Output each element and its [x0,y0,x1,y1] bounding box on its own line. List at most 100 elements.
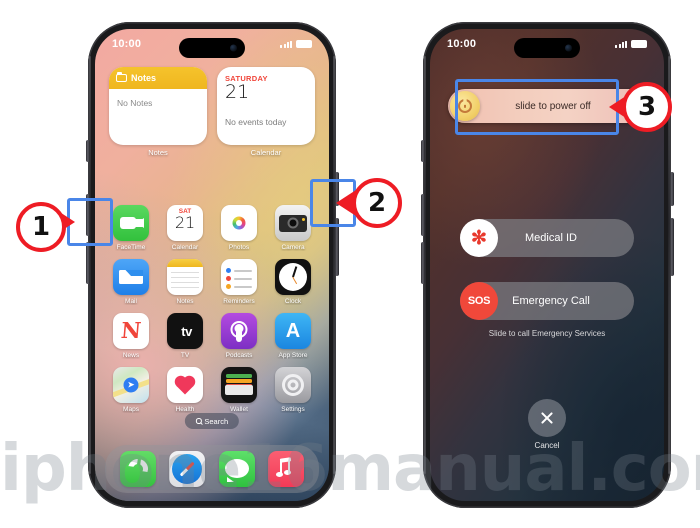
calendar-icon-day: 21 [174,213,196,232]
right-phone-silent-switch[interactable] [420,140,425,162]
dynamic-island [179,38,245,58]
sos-icon: SOS [460,282,498,320]
widget-row: Notes No Notes Notes SATURDAY 21 No even… [95,67,329,157]
medical-asterisk-glyph: ✻ [471,227,487,249]
right-phone-camera-control-button[interactable] [669,172,674,206]
app-health[interactable]: Health [165,367,205,413]
facetime-icon [113,205,149,241]
calendar-widget-daynumber: 21 [225,81,250,103]
emergency-call-label: Emergency Call [512,295,590,307]
app-clock[interactable]: Clock [273,259,313,305]
screenshot-stage: 10:00 Notes No Notes Notes SATURDAY 21 N… [0,0,700,528]
folder-icon [116,72,127,82]
app-mail[interactable]: Mail [111,259,151,305]
cellular-bars-icon [280,40,292,48]
right-phone-volume-up-button[interactable] [420,194,425,236]
right-phone-side-power-button[interactable] [669,218,674,276]
app-label: Photos [228,244,250,251]
app-label: Camera [281,244,305,251]
app-label: Clock [284,298,302,305]
messages-icon[interactable] [218,451,255,487]
close-icon[interactable] [528,399,566,437]
app-label: Notes [176,298,194,305]
app-maps[interactable]: ➤ Maps [111,367,151,413]
clock-icon [275,259,311,295]
notes-widget-body: No Notes [117,98,153,108]
status-time: 10:00 [447,38,477,50]
cancel-button[interactable]: Cancel [430,399,664,450]
notes-widget-card[interactable]: Notes No Notes [109,67,207,145]
calendar-widget[interactable]: SATURDAY 21 No events today Calendar [217,67,315,157]
calendar-widget-events: No events today [225,116,287,127]
app-reminders[interactable]: Reminders [219,259,259,305]
front-camera-icon [230,44,237,52]
dynamic-island [514,38,580,58]
calendar-widget-label: Calendar [250,148,282,157]
left-phone-volume-down-button[interactable] [85,242,90,284]
app-label: Reminders [223,298,255,305]
app-row: FaceTime SAT 21 Calendar Photos Camera [111,205,313,251]
app-tv[interactable]: tv TV [165,313,205,359]
callout-3-highlight-box [455,79,619,135]
calendar-widget-card[interactable]: SATURDAY 21 No events today [217,67,315,145]
calendar-icon: SAT 21 [167,205,203,241]
left-phone-screen: 10:00 Notes No Notes Notes SATURDAY 21 N… [95,29,329,501]
app-label: Settings [281,406,305,413]
app-wallet[interactable]: Wallet [219,367,259,413]
search-icon [195,418,202,424]
app-calendar[interactable]: SAT 21 Calendar [165,205,205,251]
app-label: FaceTime [116,244,146,251]
right-phone-volume-down-button[interactable] [420,242,425,284]
emergency-services-hint: Slide to call Emergency Services [488,329,606,338]
app-appstore[interactable]: A App Store [273,313,313,359]
search-pill[interactable]: Search [184,413,240,429]
phone-icon[interactable] [119,451,156,487]
emergency-call-button[interactable]: SOS Emergency Call [460,282,634,320]
app-facetime[interactable]: FaceTime [111,205,151,251]
medical-id-button[interactable]: ✻ Medical ID [460,219,634,257]
health-icon [167,367,203,403]
left-phone-silent-switch[interactable] [85,140,90,162]
medical-asterisk-icon: ✻ [460,219,498,257]
status-indicators [280,40,312,48]
app-settings[interactable]: Settings [273,367,313,413]
app-camera[interactable]: Camera [273,205,313,251]
safari-icon[interactable] [169,451,206,487]
medical-id-label: Medical ID [525,232,577,244]
reminders-icon [221,259,257,295]
app-photos[interactable]: Photos [219,205,259,251]
news-icon-glyph: N [119,318,143,344]
tv-icon-glyph: tv [178,323,192,339]
cancel-label: Cancel [534,441,560,450]
app-notes[interactable]: Notes [165,259,205,305]
photos-icon [221,205,257,241]
app-label: Health [175,406,195,413]
dock [105,445,319,493]
cellular-bars-icon [615,40,627,48]
tv-icon: tv [167,313,203,349]
app-news[interactable]: N News [111,313,151,359]
music-icon[interactable] [268,451,305,487]
app-row: N News tv TV Podcasts A App Store [111,313,313,359]
callout-badge-2: 2 [352,178,402,228]
app-podcasts[interactable]: Podcasts [219,313,259,359]
notes-widget-header: Notes [109,67,207,89]
app-label: Mail [125,298,137,305]
wallet-icon [221,367,257,403]
news-icon: N [113,313,149,349]
app-label: Calendar [171,244,199,251]
search-pill-label: Search [204,416,229,426]
left-phone-device: 10:00 Notes No Notes Notes SATURDAY 21 N… [85,22,339,508]
callout-badge-1: 1 [16,202,66,252]
notes-widget-title: Notes [131,73,157,83]
notes-widget[interactable]: Notes No Notes Notes [109,67,207,157]
sos-glyph: SOS [467,295,491,307]
app-row: ➤ Maps Health Wallet Settings [111,367,313,413]
callout-badge-3: 3 [622,82,672,132]
podcasts-icon [221,313,257,349]
notes-icon [167,259,203,295]
app-label: App Store [278,352,308,359]
app-label: TV [180,352,190,359]
app-store-icon: A [275,313,311,349]
maps-icon: ➤ [113,367,149,403]
